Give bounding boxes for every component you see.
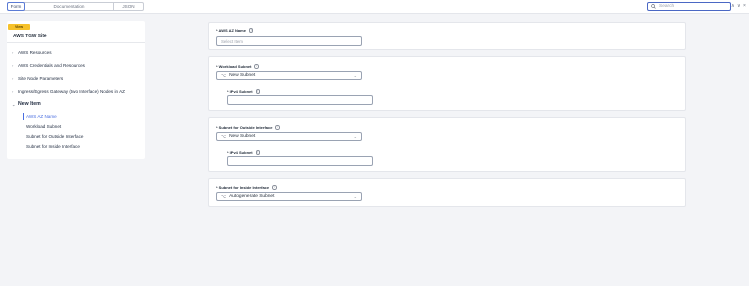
- site-title: AWS TGW Site: [13, 34, 47, 39]
- info-icon[interactable]: i: [272, 185, 277, 190]
- outline-subitem-outside-interface[interactable]: Subnet for Outside Interface: [26, 134, 83, 139]
- subnet-icon: ⌥: [221, 133, 227, 139]
- view-badge: View: [8, 24, 30, 30]
- workload-subnet-label: * Workload Subnet i: [216, 64, 259, 69]
- divider: [7, 42, 145, 43]
- outline-subitem-inside-interface[interactable]: Subnet for Inside Interface: [26, 144, 80, 149]
- outline-item-aws-credentials[interactable]: › AWS Credentials and Resources: [12, 63, 85, 68]
- top-toolbar: Form Documentation JSON Search ∧ ∨ ×: [0, 0, 749, 14]
- outline-subitem-workload-subnet[interactable]: Workload Subnet: [26, 124, 61, 129]
- inside-subnet-label-text: * Subnet for Inside Interface: [216, 185, 270, 190]
- workload-subnet-value: New Subnet: [229, 73, 256, 78]
- inside-subnet-label: * Subnet for Inside Interface i: [216, 185, 277, 190]
- outside-subnet-select[interactable]: ⌥ New Subnet ⌄: [216, 132, 362, 141]
- outline-item-site-node-parameters[interactable]: › Site Node Parameters: [12, 76, 63, 81]
- search-prev-button[interactable]: ∧: [731, 2, 735, 11]
- active-indicator: [23, 113, 24, 120]
- inside-subnet-value: Autogenerate Subnet: [229, 194, 275, 199]
- outline-item-label: Site Node Parameters: [18, 76, 64, 81]
- chevron-down-icon: ⌄: [353, 194, 357, 199]
- outline-item-label: AWS Resources: [18, 50, 52, 55]
- form-outline-panel: View AWS TGW Site › AWS Resources › AWS …: [7, 21, 145, 159]
- outline-item-new-item[interactable]: ⌄ New Item: [12, 101, 41, 107]
- outline-item-label: New Item: [18, 101, 41, 107]
- search-placeholder: Search: [659, 4, 675, 9]
- az-name-card: * AWS AZ Name i Select Item: [208, 22, 686, 50]
- outline-subitem-aws-az-name[interactable]: AWS AZ Name: [26, 114, 57, 119]
- workload-subnet-select[interactable]: ⌥ New Subnet ⌄: [216, 71, 362, 80]
- subnet-icon: ⌥: [221, 72, 227, 78]
- az-name-label-text: * AWS AZ Name: [216, 28, 246, 33]
- tab-documentation[interactable]: Documentation: [25, 3, 113, 10]
- workload-subnet-card: * Workload Subnet i ⌥ New Subnet ⌄ * IPv…: [208, 56, 686, 111]
- outline-item-label: AWS Credentials and Resources: [18, 63, 85, 68]
- info-icon[interactable]: i: [275, 125, 280, 130]
- az-name-label: * AWS AZ Name i: [216, 28, 254, 33]
- workload-ipv4-label-text: * IPv4 Subnet: [227, 89, 253, 94]
- search-close-button[interactable]: ×: [743, 2, 746, 11]
- outside-subnet-label-text: * Subnet for Outside Interface: [216, 125, 273, 130]
- outline-item-aws-resources[interactable]: › AWS Resources: [12, 50, 52, 55]
- outside-ipv4-input[interactable]: [227, 156, 373, 166]
- inside-subnet-card: * Subnet for Inside Interface i ⌥ Autoge…: [208, 178, 686, 207]
- workload-ipv4-label: * IPv4 Subnet i: [227, 89, 261, 94]
- outside-subnet-card: * Subnet for Outside Interface i ⌥ New S…: [208, 117, 686, 172]
- workload-subnet-label-text: * Workload Subnet: [216, 64, 252, 69]
- search-input[interactable]: Search: [647, 2, 731, 11]
- outside-subnet-label: * Subnet for Outside Interface i: [216, 125, 280, 130]
- inside-subnet-select[interactable]: ⌥ Autogenerate Subnet ⌄: [216, 192, 362, 201]
- outside-subnet-value: New Subnet: [229, 134, 256, 139]
- workload-ipv4-input[interactable]: [227, 95, 373, 105]
- az-name-placeholder: Select Item: [221, 38, 243, 44]
- chevron-down-icon: ⌄: [353, 73, 357, 78]
- view-tabs: Form Documentation JSON: [7, 1, 144, 11]
- az-name-select[interactable]: Select Item: [216, 36, 362, 46]
- tab-json[interactable]: JSON: [113, 3, 143, 10]
- outside-ipv4-label: * IPv4 Subnet i: [227, 150, 261, 155]
- info-icon[interactable]: i: [254, 64, 259, 69]
- tab-form[interactable]: Form: [7, 1, 25, 11]
- info-icon[interactable]: i: [248, 28, 254, 33]
- outside-ipv4-label-text: * IPv4 Subnet: [227, 150, 253, 155]
- outline-item-label: Ingress/Egress Gateway (two Interface) N…: [18, 89, 125, 94]
- outline-item-ingress-egress-gateway[interactable]: › Ingress/Egress Gateway (two Interface)…: [12, 89, 125, 94]
- search-next-button[interactable]: ∨: [737, 2, 741, 11]
- info-icon[interactable]: i: [255, 150, 261, 155]
- chevron-down-icon: ⌄: [353, 134, 357, 139]
- search-icon: [651, 4, 656, 9]
- info-icon[interactable]: i: [255, 89, 261, 94]
- subnet-icon: ⌥: [221, 193, 227, 199]
